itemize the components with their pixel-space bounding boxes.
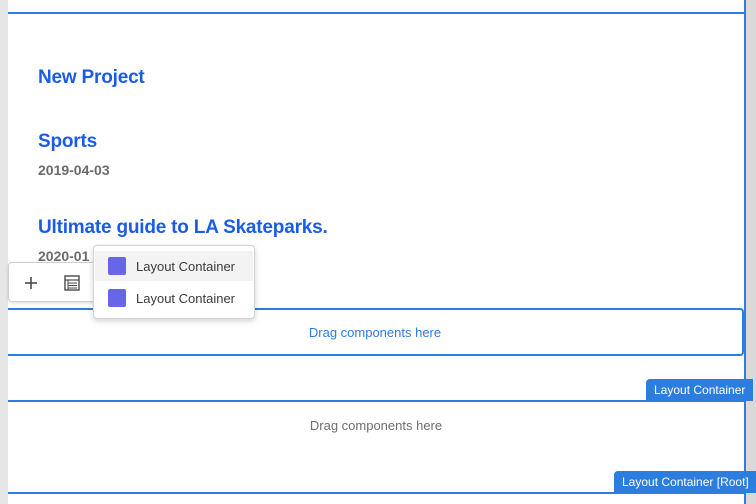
layout-container-tag[interactable]: Layout Container [646,379,754,401]
component-option-label: Layout Container [136,290,236,306]
drop-zone-placeholder: Drag components here [309,417,443,433]
properties-button[interactable] [58,269,86,297]
plus-icon [25,277,37,289]
list-item[interactable]: Sports 2019-04-03 [38,131,110,178]
component-option-layout-container[interactable]: Layout Container [95,283,253,313]
root-container-border [744,0,746,504]
list-item[interactable]: New Project [38,67,145,89]
drop-zone-placeholder: Drag components here [308,324,442,340]
list-item-date: 2019-04-03 [38,162,110,178]
list-item-title[interactable]: Ultimate guide to LA Skateparks. [38,217,328,239]
layout-container-icon [108,289,126,307]
insert-component-button[interactable] [17,269,45,297]
component-option-label: Layout Container [136,258,236,274]
table-icon [64,275,80,291]
layout-container-icon [108,257,126,275]
editable-toolbar [8,262,104,302]
list-item-title[interactable]: New Project [38,67,145,89]
root-container-tag[interactable]: Layout Container [Root] [614,471,756,493]
list-item-title[interactable]: Sports [38,131,110,153]
component-option-layout-container[interactable]: Layout Container [95,251,253,281]
container-border [8,492,744,494]
insert-component-popover: Layout Container Layout Container [93,245,255,319]
root-drop-zone[interactable]: Drag components here [8,400,744,448]
